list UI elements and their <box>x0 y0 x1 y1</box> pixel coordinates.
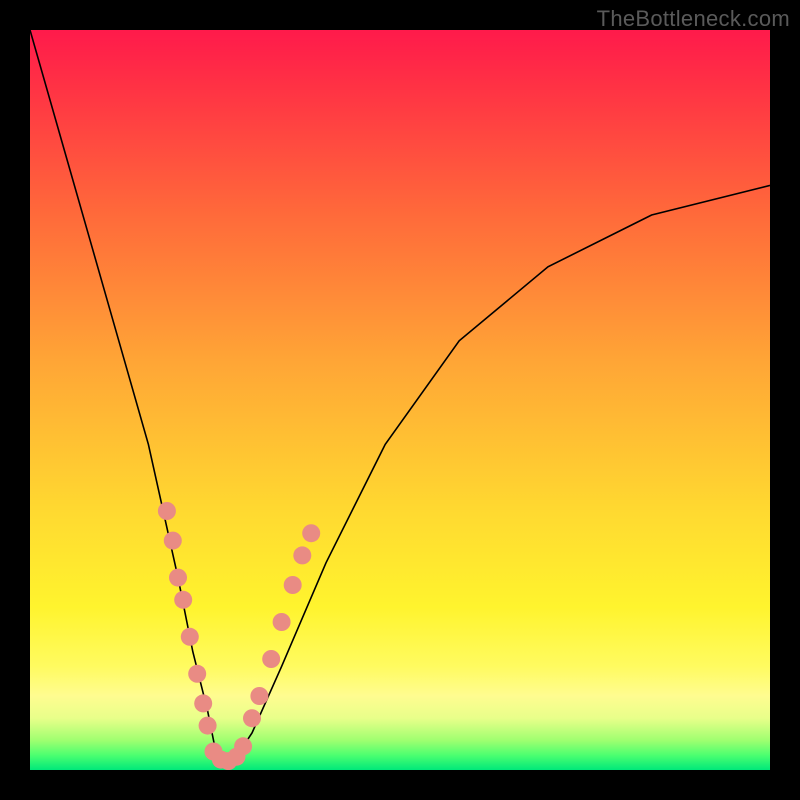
data-point <box>188 665 206 683</box>
data-point <box>262 650 280 668</box>
data-point <box>169 569 187 587</box>
data-points-right-branch <box>243 524 320 727</box>
data-point <box>243 709 261 727</box>
data-point <box>158 502 176 520</box>
data-point <box>164 532 182 550</box>
data-point <box>273 613 291 631</box>
data-points-left-branch <box>158 502 217 735</box>
watermark-text: TheBottleneck.com <box>597 6 790 32</box>
data-point <box>174 591 192 609</box>
bottleneck-curve-chart <box>30 30 770 770</box>
data-points-bottom-cluster <box>205 737 253 770</box>
data-point <box>302 524 320 542</box>
v-curve <box>30 30 770 763</box>
data-point <box>250 687 268 705</box>
data-point <box>284 576 302 594</box>
data-point <box>194 694 212 712</box>
data-point <box>293 546 311 564</box>
data-point <box>234 737 252 755</box>
data-point <box>199 717 217 735</box>
data-point <box>181 628 199 646</box>
